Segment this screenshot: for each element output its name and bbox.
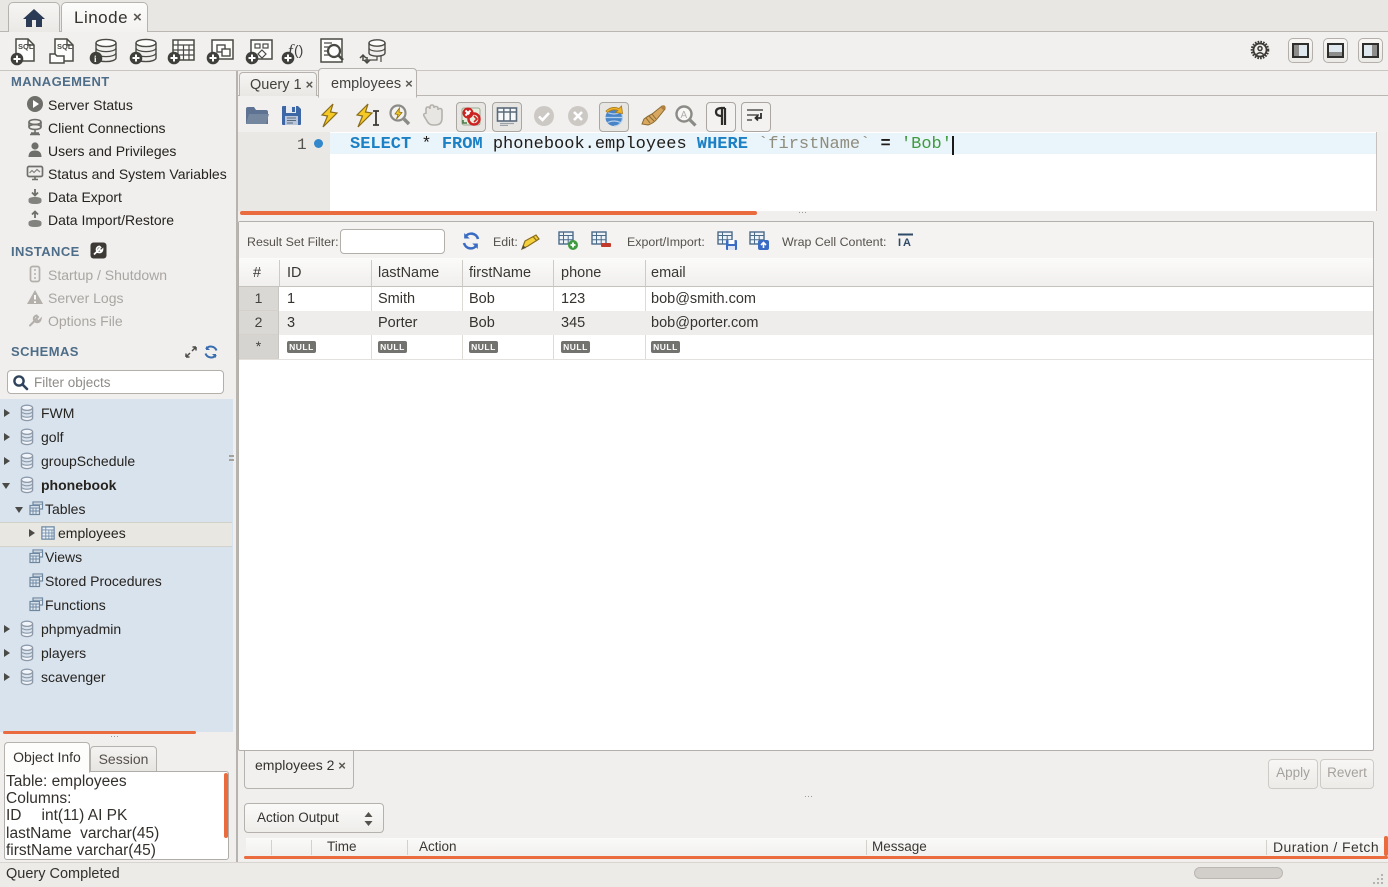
svg-text:A: A bbox=[681, 110, 688, 121]
svg-text:SQL: SQL bbox=[57, 42, 73, 51]
svg-text:I: I bbox=[898, 237, 901, 249]
svg-text:SQL: SQL bbox=[18, 42, 34, 51]
svg-text:(): () bbox=[294, 42, 303, 58]
svg-text:A: A bbox=[903, 237, 911, 249]
